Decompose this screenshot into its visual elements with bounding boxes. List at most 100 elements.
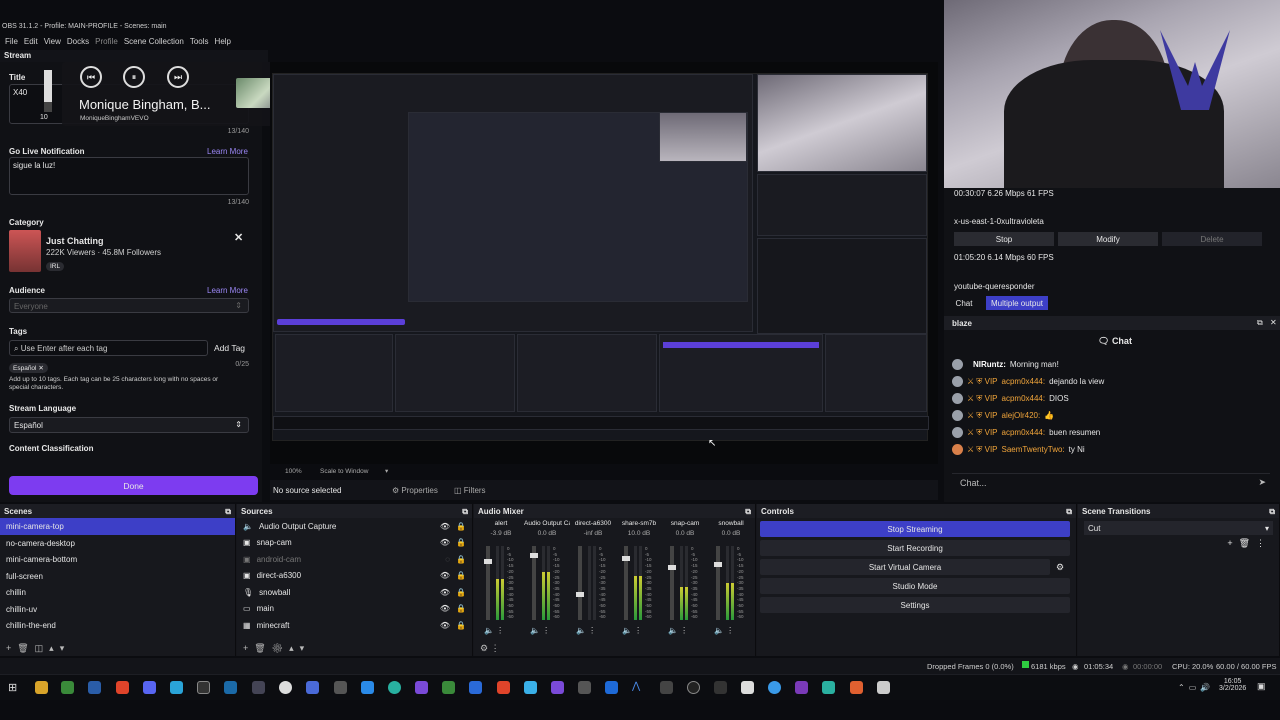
- source-item[interactable]: ▣ snap-cam 👁 🔒: [237, 535, 472, 552]
- scene-item[interactable]: no-camera-desktop: [0, 535, 235, 552]
- chat-user[interactable]: acpm0x444:: [1002, 394, 1046, 403]
- audience-learn-more[interactable]: Learn More: [207, 286, 248, 295]
- float-icon[interactable]: ⧉: [1066, 507, 1072, 516]
- app-icon[interactable]: [469, 681, 482, 694]
- zoom-level[interactable]: 100%: [285, 468, 302, 475]
- volume-fader[interactable]: [622, 546, 630, 620]
- app-icon[interactable]: [61, 681, 74, 694]
- properties-button[interactable]: ⚙ Properties: [392, 486, 438, 495]
- app-icon[interactable]: [660, 681, 673, 694]
- app-icon[interactable]: [578, 681, 591, 694]
- app-icon[interactable]: [442, 681, 455, 694]
- chat-user[interactable]: NIRuntz:: [973, 360, 1006, 369]
- send-icon[interactable]: ➤: [1258, 477, 1266, 488]
- start-recording-button[interactable]: Start Recording: [760, 540, 1070, 556]
- brave-icon[interactable]: [116, 681, 129, 694]
- app-icon[interactable]: [497, 681, 510, 694]
- start-icon[interactable]: ⊞: [8, 681, 21, 694]
- source-item[interactable]: ▣ direct-a6300 👁 🔒: [237, 568, 472, 585]
- mute-icon[interactable]: 🔈 ⋮: [530, 626, 550, 635]
- scale-select[interactable]: Scale to Window: [320, 468, 368, 475]
- mute-icon[interactable]: 🔈 ⋮: [714, 626, 734, 635]
- menu-scene-collection[interactable]: Scene Collection: [123, 34, 189, 50]
- golive-input[interactable]: sigue la luz!: [9, 157, 249, 195]
- discord-icon[interactable]: [143, 681, 156, 694]
- eye-icon[interactable]: 👁: [440, 538, 450, 547]
- menu-edit[interactable]: Edit: [23, 34, 43, 50]
- volume-fader[interactable]: [668, 546, 676, 620]
- app-icon[interactable]: [877, 681, 890, 694]
- app-icon[interactable]: [252, 681, 265, 694]
- mute-icon[interactable]: 🔈 ⋮: [668, 626, 688, 635]
- telegram-icon[interactable]: [170, 681, 183, 694]
- app-icon[interactable]: [524, 681, 537, 694]
- lock-icon[interactable]: 🔒: [456, 522, 466, 531]
- eye-icon[interactable]: 👁: [440, 604, 450, 613]
- delete-button[interactable]: Delete: [1162, 232, 1262, 246]
- edge-icon[interactable]: [388, 681, 401, 694]
- app-icon[interactable]: [795, 681, 808, 694]
- tags-input[interactable]: ⌕ Use Enter after each tag: [9, 340, 208, 356]
- float-icon[interactable]: ⧉: [745, 507, 751, 516]
- tray-icons[interactable]: ⌃▭🔊: [1178, 683, 1214, 692]
- menu-docks[interactable]: Docks: [66, 34, 94, 50]
- volume-fader[interactable]: [714, 546, 722, 620]
- volume-fader[interactable]: [576, 546, 584, 620]
- float-icon[interactable]: ⧉: [1269, 507, 1275, 516]
- start-virtual-camera-button[interactable]: Start Virtual Camera: [760, 559, 1050, 575]
- mixer-toolbar[interactable]: ⚙ ⋮: [480, 643, 500, 654]
- lock-icon[interactable]: 🔒: [456, 621, 466, 630]
- eye-icon[interactable]: 👁: [440, 621, 450, 630]
- chevron-down-icon[interactable]: ▾: [385, 467, 388, 475]
- preview-canvas[interactable]: [272, 73, 929, 441]
- mute-icon[interactable]: 🔈 ⋮: [484, 626, 504, 635]
- lock-icon[interactable]: 🔒: [456, 555, 466, 564]
- menu-view[interactable]: View: [43, 34, 66, 50]
- notification-icon[interactable]: ▣: [1257, 681, 1266, 692]
- app-icon[interactable]: [306, 681, 319, 694]
- app-icon[interactable]: [334, 681, 347, 694]
- remove-tag-icon[interactable]: ✕: [38, 365, 43, 372]
- fader-handle[interactable]: [576, 592, 584, 597]
- filters-button[interactable]: ◫ Filters: [454, 486, 486, 495]
- chat-user[interactable]: acpm0x444:: [1002, 377, 1046, 386]
- source-item[interactable]: 🔈 Audio Output Capture 👁 🔒: [237, 518, 472, 535]
- pause-icon[interactable]: ⏸: [123, 66, 145, 88]
- close-icon[interactable]: ✕: [1270, 318, 1277, 327]
- fader-handle[interactable]: [484, 559, 492, 564]
- source-item[interactable]: ▣ android-cam ◌ 🔒: [237, 551, 472, 568]
- transition-select[interactable]: Cut ▾: [1084, 521, 1273, 535]
- lock-icon[interactable]: 🔒: [456, 604, 466, 613]
- scene-item[interactable]: chillin-the-end: [0, 617, 235, 634]
- mute-icon[interactable]: 🔈 ⋮: [622, 626, 642, 635]
- chat-user[interactable]: alejOlr420:: [1002, 411, 1041, 420]
- stop-button[interactable]: Stop: [954, 232, 1054, 246]
- source-item[interactable]: ▭ main 👁 🔒: [237, 601, 472, 618]
- chat-user[interactable]: acpm0x444:: [1002, 428, 1046, 437]
- obs-icon[interactable]: [197, 681, 210, 694]
- fader-handle[interactable]: [530, 553, 538, 558]
- add-tag-button[interactable]: Add Tag: [214, 343, 245, 353]
- float-icon[interactable]: ⧉: [225, 507, 231, 516]
- app-icon[interactable]: [279, 681, 292, 694]
- tab-multiple-output[interactable]: Multiple output: [986, 296, 1048, 310]
- clock[interactable]: 16:05 3/2/2026: [1219, 678, 1246, 692]
- app-icon[interactable]: [88, 681, 101, 694]
- fader-handle[interactable]: [622, 556, 630, 561]
- volume-fader[interactable]: [484, 546, 492, 620]
- app-icon[interactable]: [551, 681, 564, 694]
- chat-user[interactable]: SaemTwentyTwo:: [1002, 445, 1065, 454]
- app-icon[interactable]: [822, 681, 835, 694]
- app-icon[interactable]: [361, 681, 374, 694]
- notepad-icon[interactable]: [741, 681, 754, 694]
- app-icon[interactable]: [605, 681, 618, 694]
- app-icon[interactable]: ⋀: [632, 681, 645, 694]
- source-item[interactable]: 🎙 snowball 👁 🔒: [237, 584, 472, 601]
- chat-input[interactable]: Chat... ➤: [952, 473, 1270, 491]
- transition-toolbar[interactable]: +🗑⋮: [1078, 538, 1279, 549]
- tab-chat[interactable]: Chat: [950, 296, 978, 310]
- scene-item[interactable]: full-screen: [0, 568, 235, 585]
- steam-icon[interactable]: [224, 681, 237, 694]
- eye-icon[interactable]: 👁: [440, 522, 450, 531]
- app-icon[interactable]: [714, 681, 727, 694]
